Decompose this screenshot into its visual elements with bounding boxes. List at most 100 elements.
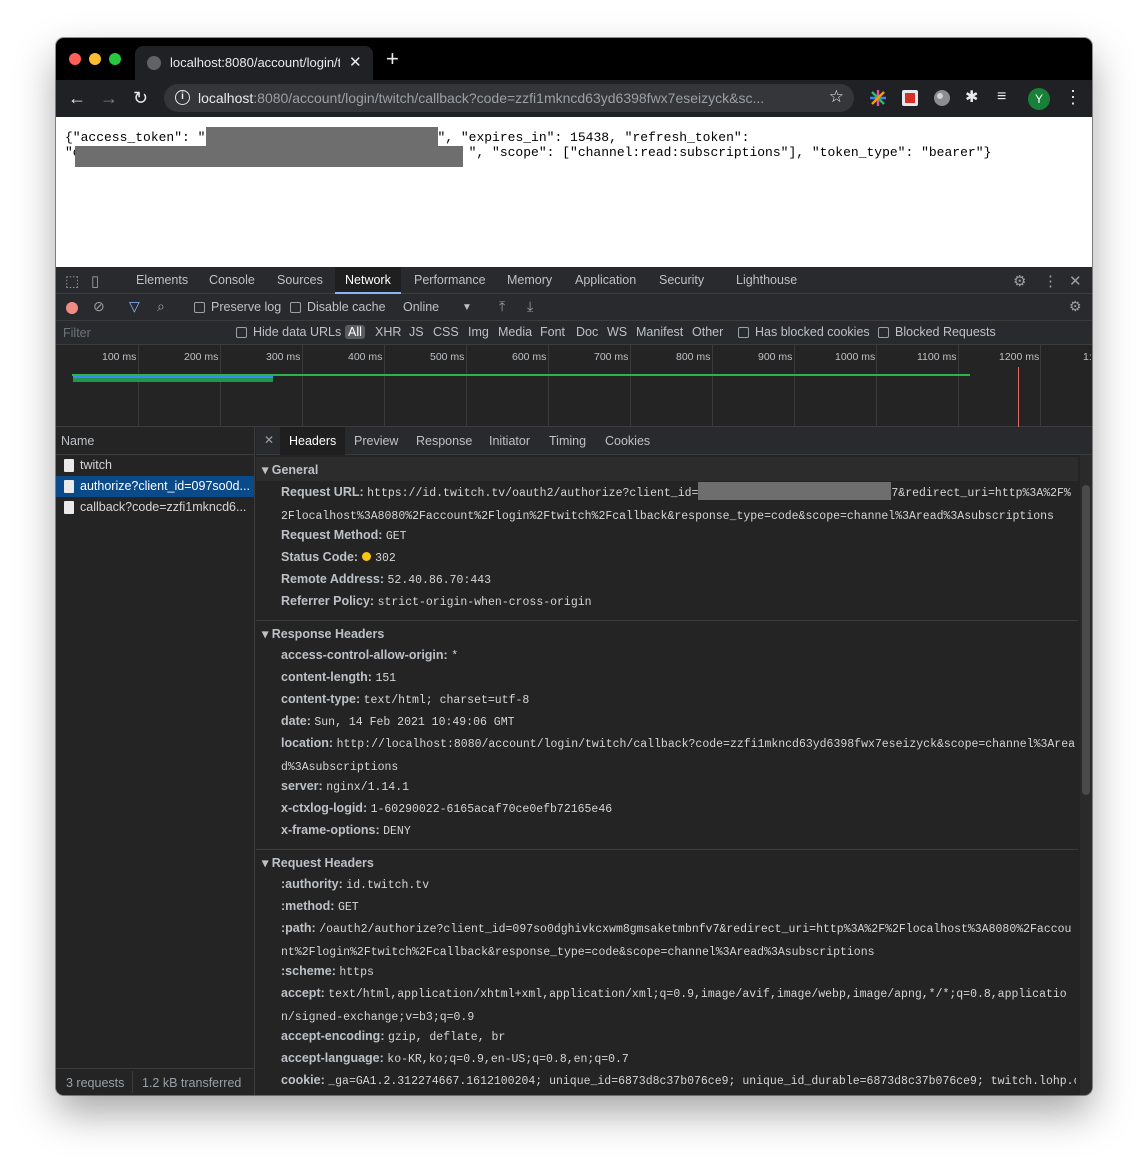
tab-headers[interactable]: Headers	[280, 427, 346, 455]
header-row: accept-encoding: gzip, deflate, br	[281, 1029, 506, 1044]
maximize-window-button[interactable]	[109, 53, 121, 65]
minimize-window-button[interactable]	[89, 53, 101, 65]
filter-type-manifest[interactable]: Manifest	[636, 325, 683, 339]
close-details-icon[interactable]: ✕	[264, 433, 274, 447]
tab-preview[interactable]: Preview	[345, 427, 407, 455]
record-icon[interactable]	[66, 302, 78, 314]
overview-tick-label: 1100 ms	[917, 351, 957, 363]
tab-sources[interactable]: Sources	[267, 267, 333, 294]
disable-cache-checkbox[interactable]	[290, 302, 301, 313]
details-scrollbar[interactable]	[1080, 455, 1092, 1095]
tab-cookies[interactable]: Cookies	[596, 427, 659, 455]
tab-memory[interactable]: Memory	[497, 267, 562, 294]
filter-input[interactable]: Filter	[63, 326, 91, 340]
tab-performance[interactable]: Performance	[404, 267, 496, 294]
extension-sphere-icon[interactable]	[933, 89, 951, 107]
extensions-puzzle-icon[interactable]: ✱	[965, 87, 978, 109]
request-row[interactable]: twitch	[56, 455, 254, 476]
blocked-requests-label: Blocked Requests	[895, 325, 996, 339]
inspect-element-icon[interactable]: ⬚	[65, 272, 79, 290]
request-url-value: https://id.twitch.tv/oauth2/authorize?cl…	[281, 482, 1071, 523]
header-row: server: nginx/1.14.1	[281, 779, 410, 794]
request-headers-section-header[interactable]: ▾ Request Headers	[256, 849, 1078, 873]
filter-type-ws[interactable]: WS	[607, 325, 627, 339]
filter-type-other[interactable]: Other	[692, 325, 723, 339]
general-section-header[interactable]: ▾ General	[256, 457, 1078, 481]
media-queue-icon[interactable]: ≡	[997, 86, 1006, 108]
new-tab-button[interactable]: +	[386, 48, 399, 70]
name-column-header[interactable]: Name	[56, 427, 254, 455]
overview-tick-label: 600 ms	[512, 351, 547, 363]
more-options-icon[interactable]: ⋮	[1043, 272, 1058, 290]
info-icon[interactable]: i	[175, 90, 190, 105]
response-headers-section-header[interactable]: ▾ Response Headers	[256, 620, 1078, 644]
overview-tick-label: 1:	[1083, 351, 1092, 363]
disable-cache-label: Disable cache	[307, 300, 386, 314]
bookmark-star-icon[interactable]: ☆	[829, 87, 844, 107]
request-row[interactable]: callback?code=zzfi1mkncd6...	[56, 497, 254, 518]
overview-tick-label: 1200 ms	[999, 351, 1040, 363]
filter-type-css[interactable]: CSS	[433, 325, 459, 339]
preserve-log-checkbox[interactable]	[194, 302, 205, 313]
browser-tab[interactable]: localhost:8080/account/login/t ✕	[135, 46, 373, 80]
has-blocked-cookies-checkbox[interactable]	[738, 327, 749, 338]
extension-asterisk-icon[interactable]	[869, 89, 887, 107]
header-row: x-ctxlog-logid: 1-60290022-6165acaf70ce0…	[281, 801, 613, 816]
throttling-select[interactable]: Online	[403, 300, 439, 314]
scrollbar-thumb[interactable]	[1082, 485, 1090, 795]
hide-data-urls-checkbox[interactable]	[236, 327, 247, 338]
tab-lighthouse[interactable]: Lighthouse	[726, 267, 807, 294]
status-dot-icon	[362, 552, 372, 561]
page-content: {"access_token": " ", "expires_in": 15438…	[56, 117, 1092, 267]
browser-menu-icon[interactable]: ⋮	[1064, 87, 1082, 108]
close-tab-icon[interactable]: ✕	[349, 53, 362, 71]
filter-type-font[interactable]: Font	[540, 325, 565, 339]
search-icon[interactable]: ⌕	[157, 298, 165, 315]
network-settings-icon[interactable]: ⚙	[1069, 298, 1082, 315]
tab-console[interactable]: Console	[199, 267, 265, 294]
settings-gear-icon[interactable]: ⚙	[1013, 272, 1026, 290]
url-text[interactable]: localhost:8080/account/login/twitch/call…	[198, 90, 818, 106]
tab-response[interactable]: Response	[407, 427, 481, 455]
tab-initiator[interactable]: Initiator	[480, 427, 539, 455]
filter-type-img[interactable]: Img	[468, 325, 489, 339]
filter-type-media[interactable]: Media	[498, 325, 532, 339]
header-row: cookie: _ga=GA1.2.312274667.1612100204; …	[281, 1073, 1076, 1088]
network-toolbar: ⊘ ▽ ⌕ Preserve log Disable cache Online …	[56, 294, 1092, 321]
extension-box-icon[interactable]	[901, 89, 919, 107]
status-bar: 3 requests 1.2 kB transferred	[56, 1068, 254, 1095]
export-har-icon[interactable]: ⤓	[527, 298, 533, 315]
network-overview-timeline[interactable]: 100 ms 200 ms 300 ms 400 ms 500 ms 600 m…	[56, 345, 1092, 427]
overview-gridline	[466, 345, 467, 427]
back-icon[interactable]: ←	[68, 87, 86, 109]
overview-gridline	[712, 345, 713, 427]
filter-type-xhr[interactable]: XHR	[375, 325, 401, 339]
tab-timing[interactable]: Timing	[540, 427, 595, 455]
blocked-requests-checkbox[interactable]	[878, 327, 889, 338]
filter-type-doc[interactable]: Doc	[576, 325, 598, 339]
address-bar[interactable]: i localhost:8080/account/login/twitch/ca…	[164, 84, 854, 112]
chevron-down-icon[interactable]: ▼	[462, 302, 472, 313]
device-toolbar-icon[interactable]: ▯	[91, 272, 99, 290]
tab-elements[interactable]: Elements	[126, 267, 198, 294]
close-window-button[interactable]	[69, 53, 81, 65]
profile-avatar[interactable]: Y	[1028, 88, 1050, 110]
filter-bar: Filter Hide data URLs All XHR JS CSS Img…	[56, 321, 1092, 345]
filter-funnel-icon[interactable]: ▽	[129, 298, 140, 315]
filter-type-js[interactable]: JS	[409, 325, 424, 339]
filter-type-all[interactable]: All	[345, 325, 365, 339]
close-devtools-icon[interactable]: ✕	[1069, 272, 1082, 290]
tab-application[interactable]: Application	[565, 267, 646, 294]
header-row: accept: text/html,application/xhtml+xml,…	[281, 986, 1067, 1024]
reload-icon[interactable]: ↻	[133, 87, 148, 109]
request-row[interactable]: authorize?client_id=097so0d...	[56, 476, 254, 497]
overview-gridline	[1040, 345, 1041, 427]
overview-gridline	[384, 345, 385, 427]
import-har-icon[interactable]: ⤒	[499, 298, 505, 315]
forward-icon[interactable]: →	[100, 87, 118, 109]
tab-network[interactable]: Network	[335, 267, 401, 294]
tab-security[interactable]: Security	[649, 267, 714, 294]
clear-icon[interactable]: ⊘	[93, 298, 105, 315]
load-event-marker	[1018, 367, 1019, 427]
overview-gridline	[302, 345, 303, 427]
